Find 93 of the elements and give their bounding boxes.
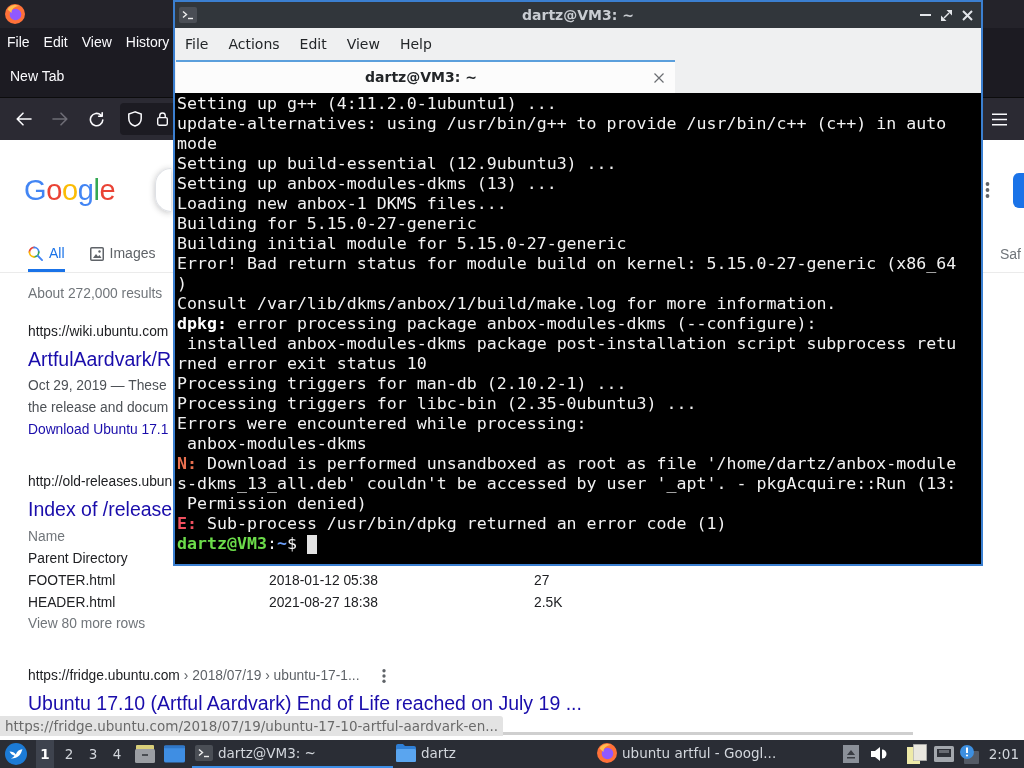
- menu-item[interactable]: File: [7, 32, 30, 52]
- result-snippet: Oct 29, 2019 — These the release and docum: [28, 377, 169, 417]
- terminal-line: Errors were encountered while processing:: [177, 414, 587, 434]
- taskbar-button[interactable]: dartz@VM3: ~: [192, 740, 393, 768]
- terminal-line: Setting up build-essential (12.9ubuntu3) ...: [177, 154, 617, 174]
- terminal-tab[interactable]: dartz@VM3: ~: [176, 60, 675, 93]
- table-cell: FOOTER.html: [28, 573, 116, 588]
- terminal-line: anbox-modules-dkms: [186, 434, 367, 454]
- terminal-line: E: Sub-process /usr/bin/dpkg returned an error code (1): [177, 514, 727, 534]
- terminal-line: s-dkms_13_all.deb' couldn't be accessed by user '_apt'. - pkgAcquire::Run (13:: [177, 474, 957, 494]
- shield-icon[interactable]: [128, 111, 142, 127]
- search-tab[interactable]: Images: [89, 235, 156, 272]
- logo: Google: [24, 174, 116, 206]
- table-cell: 27: [534, 573, 550, 588]
- partial-label[interactable]: Saf: [1000, 243, 1021, 264]
- terminal-icon: [195, 745, 213, 761]
- breadcrumb-path: › 2018/07/19 › ubuntu-17-1...: [183, 667, 360, 685]
- drawer-icon[interactable]: [135, 745, 155, 763]
- speaker-icon[interactable]: [870, 746, 888, 762]
- workspace-button[interactable]: 2: [60, 740, 78, 768]
- result-link[interactable]: Download Ubuntu 17.1: [28, 419, 169, 441]
- menu-item[interactable]: View: [81, 32, 112, 52]
- more-rows-link[interactable]: View 80 more rows: [28, 613, 146, 635]
- terminal-icon: [179, 7, 197, 23]
- terminal-line: Processing triggers for man-db (2.10.2-1) ...: [177, 374, 627, 394]
- result-title[interactable]: Ubuntu 17.10 (Artful Aardvark) End of Life reached on July 19 ...: [28, 692, 582, 714]
- eject-icon[interactable]: [842, 745, 859, 763]
- menu-item[interactable]: Help: [399, 34, 432, 54]
- browser-tab[interactable]: New Tab: [0, 56, 75, 97]
- window-title: dartz@VM3: ~: [522, 6, 634, 25]
- terminal-line: Loading new anbox-1 DKMS files...: [177, 194, 507, 214]
- terminal-line: Setting up g++ (4:11.2.0-1ubuntu1) ...: [177, 94, 557, 114]
- menu-item[interactable]: File: [185, 34, 209, 54]
- terminal-line: Permission denied): [186, 494, 367, 514]
- search-tab[interactable]: All: [28, 235, 65, 272]
- terminal-line: ): [177, 274, 187, 294]
- alert-icon[interactable]: [959, 744, 979, 764]
- menu-item[interactable]: Edit: [299, 34, 327, 54]
- documents-icon[interactable]: [906, 744, 927, 764]
- taskbar-button[interactable]: ubuntu artful - Googl...: [594, 740, 795, 768]
- lock-icon[interactable]: [157, 112, 168, 126]
- menu-icon[interactable]: [992, 112, 1007, 126]
- workspace-button[interactable]: 4: [108, 740, 126, 768]
- menu-item[interactable]: View: [346, 34, 380, 54]
- terminal-line: Error! Bad return status for module build on kernel: 5.15.0-27-generic (x86_64: [177, 254, 957, 274]
- menu-item[interactable]: Edit: [43, 32, 68, 52]
- column-header: Name: [28, 529, 65, 544]
- text-cursor: [306, 534, 317, 554]
- taskbar-button[interactable]: dartz: [393, 740, 594, 768]
- table-cell: Parent Directory: [28, 551, 128, 566]
- app-logo-icon: [5, 4, 25, 24]
- terminal-line: installed anbox-modules-dkms package post-installation script subprocess retu: [186, 334, 957, 354]
- bird-icon[interactable]: [5, 743, 27, 765]
- terminal-line: mode: [177, 134, 217, 154]
- status-tooltip: https://fridge.ubuntu.com/2018/07/19/ubuntu-17-10-artful-aardvark-en...: [0, 716, 503, 736]
- table-cell: 2.5K: [534, 595, 563, 610]
- more-options-icon[interactable]: [381, 669, 386, 683]
- terminal-line: dartz@VM3:~$: [177, 534, 297, 554]
- terminal-line: N: Download is performed unsandboxed as root as file '/home/dartz/anbox-module: [177, 454, 957, 474]
- clock: 2:01: [988, 744, 1019, 764]
- menu-item[interactable]: Actions: [228, 34, 280, 54]
- workspace-button[interactable]: 3: [84, 740, 102, 768]
- terminal-line: Building for 5.15.0-27-generic: [177, 214, 477, 234]
- result-count: About 272,000 results: [28, 285, 163, 303]
- terminal-line: update-alternatives: using /usr/bin/g++ to provide /usr/bin/c++ (c++) in auto: [177, 114, 947, 134]
- terminal-line: Setting up anbox-modules-dkms (13) ...: [177, 174, 557, 194]
- image-icon: [89, 246, 104, 261]
- maximize-icon[interactable]: [941, 9, 952, 21]
- folder-icon: [396, 744, 416, 762]
- result-url[interactable]: http://old-releases.ubun: [28, 472, 173, 492]
- app-logo-icon: [597, 743, 617, 763]
- terminal-line: Building initial module for 5.15.0-27-generic: [177, 234, 627, 254]
- terminal-line: dpkg: error processing package anbox-modules-dkms (--configure):: [177, 314, 817, 334]
- terminal-line: rned error exit status 10: [177, 354, 427, 374]
- address-bar[interactable]: [120, 103, 174, 135]
- network-port-icon[interactable]: [933, 746, 954, 762]
- table-cell: 2021-08-27 18:38: [269, 595, 378, 610]
- close-icon[interactable]: [654, 72, 664, 83]
- result-title[interactable]: ArtfulAardvark/R: [28, 348, 172, 370]
- back-arrow-icon[interactable]: [16, 112, 32, 126]
- workspace-button[interactable]: 1: [36, 740, 54, 768]
- more-options-icon[interactable]: [985, 182, 990, 198]
- result-title[interactable]: Index of /release: [28, 498, 173, 520]
- result-url[interactable]: https://wiki.ubuntu.com: [28, 322, 169, 342]
- menu-item[interactable]: History: [125, 32, 170, 52]
- table-cell: HEADER.html: [28, 595, 116, 610]
- header-button[interactable]: [1013, 172, 1024, 208]
- terminal-line: Processing triggers for libc-bin (2.35-0ubuntu3) ...: [177, 394, 697, 414]
- terminal-line: Consult /var/lib/dkms/anbox/1/build/make.log for more information.: [177, 294, 837, 314]
- result-url[interactable]: https://fridge.ubuntu.com: [28, 666, 180, 686]
- search-icon: [28, 246, 43, 261]
- table-cell: 2018-01-12 05:38: [269, 573, 378, 588]
- reload-icon[interactable]: [88, 111, 104, 127]
